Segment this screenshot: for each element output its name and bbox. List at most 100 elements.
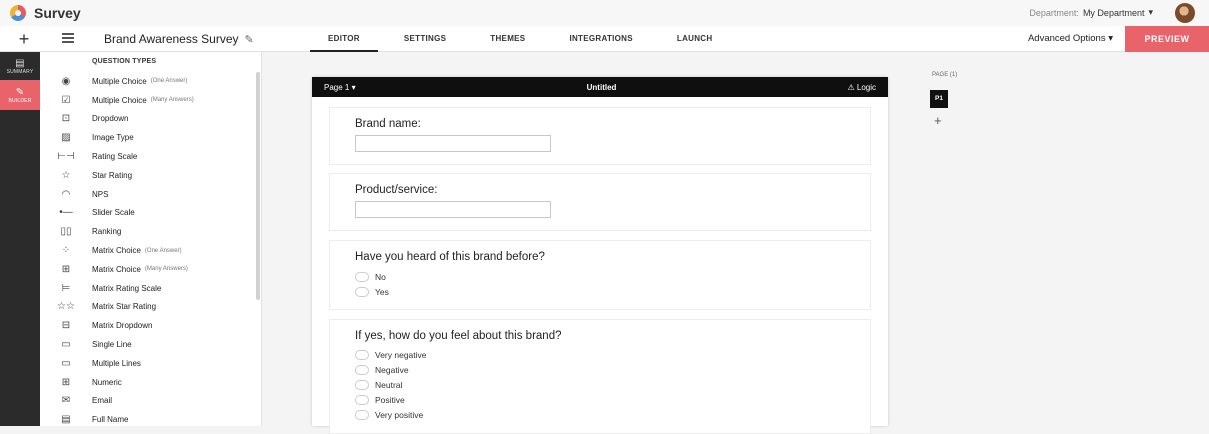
question-card-brand-name[interactable]: Brand name: — [329, 107, 871, 165]
tab-settings[interactable]: SETTINGS — [386, 26, 464, 52]
add-button[interactable]: + — [0, 26, 48, 52]
slider-scale-icon: •— — [59, 207, 73, 219]
question-type-hint: (Many Answers) — [150, 97, 194, 104]
question-type-label: Full Name — [92, 415, 129, 425]
option-label: Yes — [375, 287, 389, 297]
option-label: Very negative — [375, 350, 427, 360]
question-type-label: Ranking — [92, 227, 122, 237]
question-card-product-service[interactable]: Product/service: — [329, 173, 871, 231]
rail-item-builder[interactable]: ✎ BUILDER — [0, 80, 40, 110]
question-card-brand-feeling[interactable]: If yes, how do you feel about this brand… — [329, 319, 871, 434]
question-type-nps[interactable]: ◠ NPS — [40, 185, 261, 204]
pencil-icon[interactable]: ✎ — [245, 33, 254, 46]
question-type-label: Multiple Lines — [92, 358, 141, 368]
numeric-icon: ⊞ — [61, 376, 71, 388]
matrix-choice-icon: ⊞ — [61, 263, 71, 275]
brand-name-field[interactable] — [355, 135, 551, 152]
question-type-multiple-lines[interactable]: ▭ Multiple Lines — [40, 354, 261, 373]
tab-integrations[interactable]: INTEGRATIONS — [551, 26, 650, 52]
single-line-icon: ▭ — [61, 339, 71, 351]
radio-icon[interactable] — [355, 272, 369, 282]
question-type-matrix-choice-one-answer[interactable]: ⁘ Matrix Choice (One Answer) — [40, 241, 261, 260]
choice-option[interactable]: Neutral — [355, 380, 402, 390]
logic-button[interactable]: ⚠ Logic — [847, 83, 876, 92]
choice-option[interactable]: Very negative — [355, 350, 427, 360]
question-type-label: Email — [92, 396, 113, 406]
question-type-multiple-choice-one-answer[interactable]: ◉ Multiple Choice (One Answer) — [40, 72, 261, 91]
question-type-label: NPS — [92, 189, 109, 199]
question-type-matrix-dropdown[interactable]: ⊟ Matrix Dropdown — [40, 316, 261, 335]
question-types-panel: QUESTION TYPES ◉ Multiple Choice (One Answ… — [40, 52, 262, 426]
choice-option[interactable]: Positive — [355, 395, 405, 405]
question-type-ranking[interactable]: ▯▯ Ranking — [40, 222, 261, 241]
option-label: No — [375, 272, 386, 282]
question-text: Product/service: — [355, 184, 438, 196]
choice-option[interactable]: No — [355, 272, 386, 282]
question-type-matrix-choice-many-answers[interactable]: ⊞ Matrix Choice (Many Answers) — [40, 260, 261, 279]
question-type-label: Star Rating — [92, 170, 133, 180]
app-logo[interactable]: Survey — [10, 5, 81, 21]
department-value: My Department — [1082, 7, 1145, 18]
option-label: Positive — [375, 395, 405, 405]
survey-title[interactable]: Brand Awareness Survey ✎ — [104, 32, 254, 46]
option-label: Neutral — [375, 380, 403, 390]
tab-themes[interactable]: THEMES — [472, 26, 543, 52]
nps-icon: ◠ — [61, 188, 71, 200]
choice-option[interactable]: Negative — [355, 365, 409, 375]
department-label: Department: — [1029, 7, 1079, 18]
star-rating-icon: ☆ — [61, 169, 71, 181]
matrix-star-rating-icon: ☆☆ — [57, 301, 75, 313]
radio-icon[interactable] — [355, 380, 369, 390]
question-type-full-name[interactable]: ▤ Full Name — [40, 410, 261, 426]
pencil-icon: ✎ — [15, 86, 25, 98]
question-types-scrollbar[interactable] — [256, 72, 260, 300]
question-type-numeric[interactable]: ⊞ Numeric — [40, 373, 261, 392]
advanced-options-dropdown[interactable]: Advanced Options ▾ — [1028, 33, 1113, 44]
matrix-rating-scale-icon: ⊨ — [61, 282, 71, 294]
ranking-icon: ▯▯ — [60, 226, 72, 238]
preview-button[interactable]: PREVIEW — [1125, 26, 1209, 52]
matrix-choice-icon: ⁘ — [61, 245, 71, 257]
question-type-label: Matrix Rating Scale — [92, 283, 162, 293]
page-selector[interactable]: Page 1 ▾ — [324, 83, 356, 92]
top-bar: Survey Department: My Department ▾ — [0, 0, 1209, 26]
question-type-star-rating[interactable]: ☆ Star Rating — [40, 166, 261, 185]
tab-launch[interactable]: LAUNCH — [659, 26, 731, 52]
question-type-image-type[interactable]: ▨ Image Type — [40, 128, 261, 147]
question-type-label: Rating Scale — [92, 152, 138, 162]
question-text: Have you heard of this brand before? — [355, 251, 545, 263]
question-type-label: Numeric — [92, 377, 122, 387]
question-type-rating-scale[interactable]: ⊢⊣ Rating Scale — [40, 147, 261, 166]
radio-icon[interactable] — [355, 350, 369, 360]
department-selector[interactable]: Department: My Department ▾ — [1029, 7, 1153, 18]
radio-icon[interactable] — [355, 410, 369, 420]
question-type-label: Multiple Choice — [92, 76, 147, 86]
choice-option[interactable]: Very positive — [355, 410, 423, 420]
question-type-email[interactable]: ✉ Email — [40, 392, 261, 411]
radio-icon[interactable] — [355, 287, 369, 297]
question-type-multiple-choice-many-answers[interactable]: ☑ Multiple Choice (Many Answers) — [40, 91, 261, 110]
question-type-matrix-star-rating[interactable]: ☆☆ Matrix Star Rating — [40, 298, 261, 317]
summary-icon: ▤ — [15, 57, 25, 69]
page-title[interactable]: Untitled — [587, 83, 617, 92]
tab-editor[interactable]: EDITOR — [310, 26, 378, 52]
product-service-field[interactable] — [355, 201, 551, 218]
list-icon[interactable] — [62, 33, 74, 43]
question-type-slider-scale[interactable]: •— Slider Scale — [40, 204, 261, 223]
radio-icon[interactable] — [355, 365, 369, 375]
radio-icon[interactable] — [355, 395, 369, 405]
add-page-button[interactable]: + — [934, 113, 942, 128]
pages-count-label: PAGE (1) — [932, 72, 958, 78]
question-type-label: Matrix Dropdown — [92, 321, 153, 331]
page-header-bar: Page 1 ▾ Untitled ⚠ Logic — [312, 77, 888, 97]
question-type-dropdown[interactable]: ⊡ Dropdown — [40, 110, 261, 129]
avatar[interactable] — [1175, 3, 1195, 23]
question-type-hint: (One Answer) — [150, 78, 188, 85]
rail-item-summary[interactable]: ▤ SUMMARY — [0, 52, 40, 80]
question-type-single-line[interactable]: ▭ Single Line — [40, 335, 261, 354]
page-thumbnail-p1[interactable]: P1 — [930, 90, 948, 108]
question-card-heard-of-brand[interactable]: Have you heard of this brand before? No … — [329, 240, 871, 310]
question-type-label: Image Type — [92, 133, 134, 143]
choice-option[interactable]: Yes — [355, 287, 389, 297]
question-type-matrix-rating-scale[interactable]: ⊨ Matrix Rating Scale — [40, 279, 261, 298]
